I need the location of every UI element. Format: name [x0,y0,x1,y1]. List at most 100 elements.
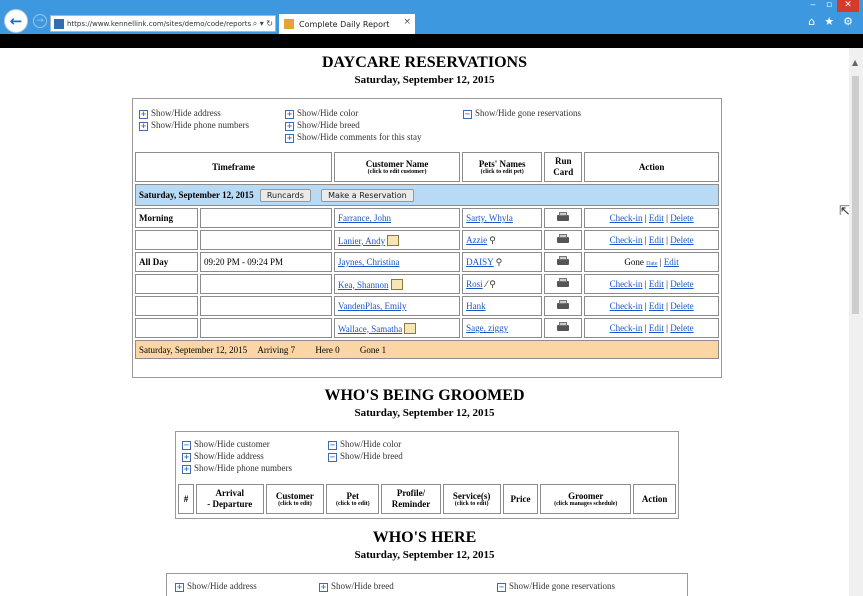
favorites-star-icon[interactable]: ★ [824,15,834,28]
printer-icon[interactable] [556,277,570,289]
pushpin-icon[interactable]: ⚲ [496,258,503,268]
black-header-bar [0,34,863,48]
customer-link[interactable]: Jaynes, Christina [338,257,400,267]
pushpin-icon[interactable]: ⚲ [489,280,496,290]
back-arrow-icon[interactable]: ← [4,9,28,33]
edit-link[interactable]: Edit [649,279,664,289]
groom-header-price: Price [502,484,539,514]
groom-header-arrival: Arrival - Departure [195,484,264,514]
delete-link[interactable]: Delete [670,323,693,333]
expand-plus-icon: + [319,583,328,592]
maximize-button[interactable]: ▫ [821,0,837,12]
address-controls[interactable]: ⌕ ▾ ↻ [251,19,275,29]
toggle-comments[interactable]: + Show/Hide comments for this stay [285,132,422,143]
vertical-scrollbar[interactable]: ▲ [849,48,863,596]
toggle-phone[interactable]: + Show/Hide phone numbers [139,120,249,131]
address-url[interactable]: https://www.kennellink.com/sites/demo/co… [67,20,251,28]
delete-link[interactable]: Delete [670,279,693,289]
address-bar[interactable]: https://www.kennellink.com/sites/demo/co… [50,15,276,32]
timeframe-period [135,230,198,250]
pet-link[interactable]: Rosi [466,279,483,289]
action-cell: Check-in | Edit | Delete [584,274,719,294]
run-card-cell [544,252,583,272]
printer-icon[interactable] [556,321,570,333]
tab-complete-daily-report[interactable]: Complete Daily Report × [279,14,415,34]
expand-plus-icon: + [175,583,184,592]
action-cell: Check-in | Edit | Delete [584,208,719,228]
expand-plus-icon: + [182,453,191,462]
summary-date: Saturday, September 12, 2015 [139,344,248,355]
note-icon[interactable] [390,278,403,290]
pet-link[interactable]: DAISY [466,257,494,267]
toggle-breed[interactable]: + Show/Hide breed [285,120,360,131]
run-card-cell [544,274,583,294]
edit-link[interactable]: Edit [649,323,664,333]
runcards-button[interactable]: Runcards [259,188,311,202]
edit-link[interactable]: Edit [649,235,664,245]
pet-link[interactable]: Hank [466,301,486,311]
header-run-card: Run Card [544,152,583,182]
groom-header-customer: Customer (click to edit) [265,484,325,514]
toggle-groom-address[interactable]: + Show/Hide address [182,451,264,462]
pet-link[interactable]: Azzie [466,235,487,245]
magic-wand-icon[interactable]: ⁄ [486,280,488,290]
expand-plus-icon: + [285,122,294,131]
minimize-button[interactable]: ‒ [805,0,821,12]
toggle-groom-phone[interactable]: + Show/Hide phone numbers [182,463,292,474]
customer-link[interactable]: VandenPlas, Emily [338,301,407,311]
toggle-groom-breed[interactable]: − Show/Hide breed [328,451,403,462]
pushpin-icon[interactable]: ⚲ [489,236,496,246]
home-icon[interactable]: ⌂ [808,15,815,28]
tab-title: Complete Daily Report [299,19,390,29]
tab-close-icon[interactable]: × [403,17,411,27]
customer-link[interactable]: Lanier, Andy [338,236,385,246]
toggle-here-breed[interactable]: + Show/Hide breed [319,581,394,592]
toggle-here-gone[interactable]: − Show/Hide gone reservations [497,581,615,592]
edit-link[interactable]: Edit [664,257,679,267]
toggle-address[interactable]: + Show/Hide address [139,108,221,119]
summary-arriving: Arriving 7 [257,344,296,355]
printer-icon[interactable] [556,211,570,223]
toggle-groom-color[interactable]: − Show/Hide color [328,439,401,450]
edit-link[interactable]: Edit [649,213,664,223]
checkin-link[interactable]: Check-in [610,235,643,245]
printer-icon[interactable] [556,233,570,245]
note-icon[interactable] [404,322,417,334]
scroll-up-icon[interactable]: ▲ [852,58,858,67]
customer-link[interactable]: Kea, Shannon [338,280,389,290]
customer-link[interactable]: Farrance, John [338,213,391,223]
edit-link[interactable]: Edit [649,301,664,311]
summary-gone: Gone 1 [359,344,387,355]
action-cell: Check-in | Edit | Delete [584,318,719,338]
pets-cell: Sarty, Whyla [462,208,543,228]
date-link[interactable]: Date [646,261,657,267]
close-window-button[interactable]: ✕ [837,0,859,12]
pet-link[interactable]: Sage, ziggy [466,323,508,333]
forward-arrow-icon[interactable]: → [33,14,47,28]
delete-link[interactable]: Delete [670,301,693,311]
checkin-link[interactable]: Check-in [610,301,643,311]
delete-link[interactable]: Delete [670,213,693,223]
expand-plus-icon: + [139,122,148,131]
toggle-customer[interactable]: − Show/Hide customer [182,439,270,450]
make-reservation-button[interactable]: Make a Reservation [321,188,414,202]
checkin-link[interactable]: Check-in [610,323,643,333]
printer-icon[interactable] [556,299,570,311]
customer-link[interactable]: Wallace, Samatha [338,324,402,334]
scrollbar-thumb[interactable] [852,76,859,314]
header-pets: Pets' Names (click to edit pet) [462,152,543,182]
checkin-link[interactable]: Check-in [610,213,643,223]
printer-icon[interactable] [556,255,570,267]
groom-header-pet: Pet (click to edit) [326,484,380,514]
delete-link[interactable]: Delete [670,235,693,245]
toggle-color[interactable]: + Show/Hide color [285,108,358,119]
action-cell: Check-in | Edit | Delete [584,296,719,316]
note-icon[interactable] [387,234,400,246]
toggle-here-address[interactable]: + Show/Hide address [175,581,257,592]
pet-link[interactable]: Sarty, Whyla [466,213,513,223]
checkin-link[interactable]: Check-in [610,279,643,289]
settings-gear-icon[interactable]: ⚙ [843,15,853,28]
timeframe-time [200,296,332,316]
toggle-gone[interactable]: − Show/Hide gone reservations [463,108,581,119]
run-card-cell [544,208,583,228]
